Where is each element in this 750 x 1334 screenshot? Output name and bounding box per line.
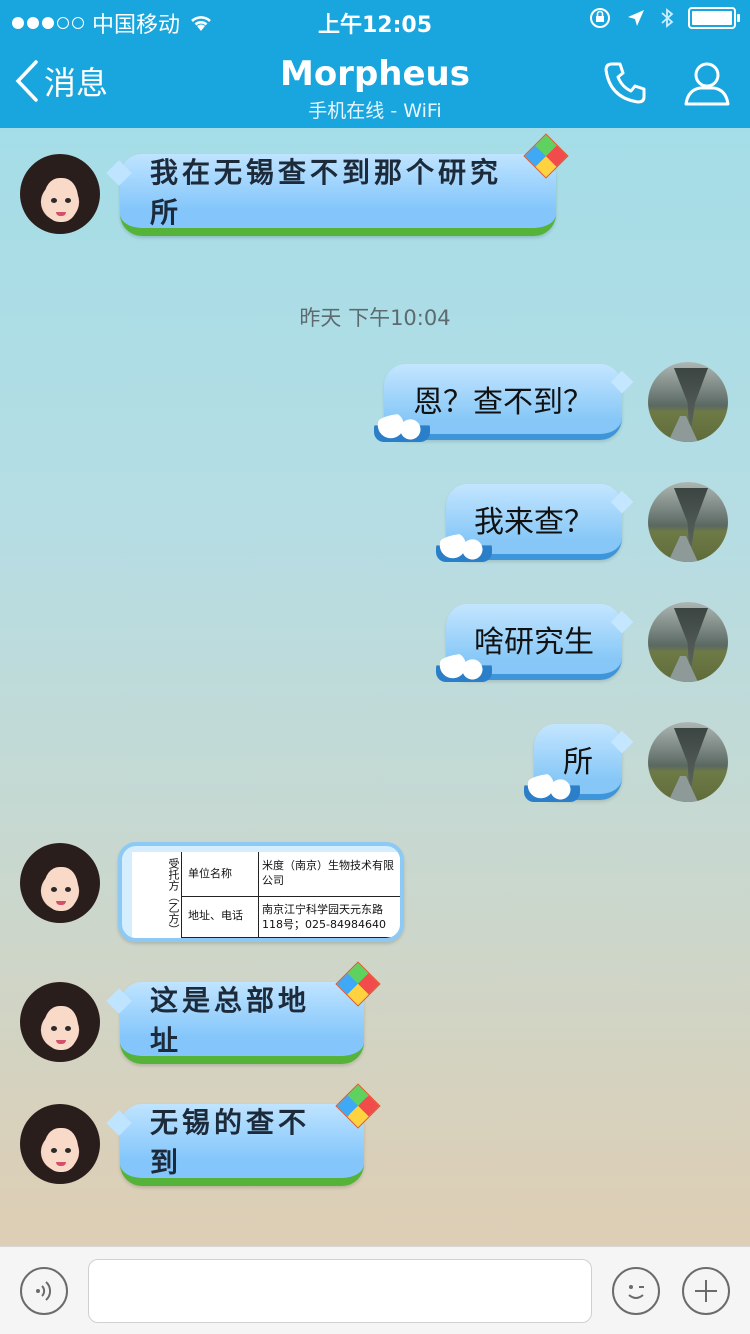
doc-name-value: 米度（南京）生物技术有限公司 (262, 859, 394, 887)
avatar-eye (51, 887, 57, 892)
phone-icon (604, 62, 646, 104)
plus-button[interactable] (682, 1267, 730, 1315)
avatar-funnel (674, 368, 708, 426)
kite-icon (523, 133, 569, 179)
status-bar: 中国移动 上午12:05 (0, 0, 750, 40)
message-text: 我来查？ (474, 505, 594, 540)
message-bubble-received[interactable]: 我在无锡查不到那个研究所 (120, 133, 569, 236)
avatar-funnel (674, 728, 708, 786)
top-bar: 中国移动 上午12:05 消息 Morpheus 手机在线 - WiFi (0, 0, 750, 128)
doc-addr-value: 南京江宁科学园天元东路118号；025-84984640 (262, 903, 386, 931)
table-line (182, 896, 400, 897)
wave-icon (524, 774, 580, 802)
my-avatar[interactable] (648, 722, 728, 802)
status-right (588, 6, 740, 30)
message-bubble-sent[interactable]: 恩？查不到？ (374, 364, 622, 442)
my-avatar[interactable] (648, 482, 728, 562)
contact-avatar[interactable] (20, 843, 100, 923)
message-text: 无锡的查不到 (150, 1106, 311, 1179)
avatar-eye (51, 1026, 57, 1031)
message-text: 所 (563, 745, 593, 780)
message-bubble-sent[interactable]: 啥研究生 (436, 604, 622, 682)
location-arrow-icon (628, 10, 644, 26)
message-bubble-received[interactable]: 这是总部地址 (120, 961, 381, 1064)
person-icon (684, 62, 730, 106)
avatar-funnel (674, 608, 708, 666)
my-avatar[interactable] (648, 602, 728, 682)
avatar-road (668, 656, 698, 682)
wave-icon (436, 534, 492, 562)
voice-button[interactable] (20, 1267, 68, 1315)
table-line (182, 937, 400, 938)
message-text: 这是总部地址 (150, 984, 311, 1057)
document-image: 受托方（乙方） 单位名称 米度（南京）生物技术有限公司 地址、电话 南京江宁科学… (132, 852, 400, 938)
call-button[interactable] (600, 58, 650, 112)
contact-avatar[interactable] (20, 154, 100, 234)
bluetooth-icon (661, 8, 674, 28)
table-line (258, 852, 259, 938)
rotation-lock-icon (590, 8, 610, 28)
contact-avatar[interactable] (20, 982, 100, 1062)
message-input[interactable] (88, 1259, 592, 1323)
avatar-road (668, 536, 698, 562)
doc-name-label: 单位名称 (188, 867, 232, 880)
avatar-road (668, 776, 698, 802)
message-timestamp: 昨天 下午10:04 (299, 306, 451, 330)
kite-icon (335, 1083, 381, 1129)
avatar-eye (65, 1148, 71, 1153)
message-bubble-sent[interactable]: 所 (524, 724, 622, 802)
avatar-road (668, 416, 698, 442)
wave-icon (436, 654, 492, 682)
profile-button[interactable] (682, 58, 732, 112)
battery-icon (688, 7, 740, 29)
kite-icon (335, 961, 381, 1007)
avatar-eye (65, 198, 71, 203)
emoji-button[interactable] (612, 1267, 660, 1315)
avatar-eye (65, 887, 71, 892)
avatar-eye (51, 198, 57, 203)
plus-icon (695, 1280, 717, 1302)
battery-fill (692, 11, 732, 25)
message-text: 我在无锡查不到那个研究所 (150, 156, 503, 229)
my-avatar[interactable] (648, 362, 728, 442)
message-text: 恩？查不到？ (413, 385, 593, 420)
contact-avatar[interactable] (20, 1104, 100, 1184)
image-message[interactable]: 受托方（乙方） 单位名称 米度（南京）生物技术有限公司 地址、电话 南京江宁科学… (118, 842, 404, 942)
voice-icon (36, 1281, 52, 1301)
message-text: 啥研究生 (474, 625, 594, 660)
avatar-eye (51, 1148, 57, 1153)
avatar-eye (65, 1026, 71, 1031)
wave-icon (374, 414, 430, 442)
message-bubble-received[interactable]: 无锡的查不到 (120, 1083, 381, 1186)
input-bar (0, 1246, 750, 1334)
doc-addr-label: 地址、电话 (188, 909, 243, 922)
avatar-funnel (674, 488, 708, 546)
emoji-icon (628, 1285, 644, 1299)
message-bubble-sent[interactable]: 我来查？ (436, 484, 622, 562)
doc-party: 受托方（乙方） (146, 852, 182, 938)
